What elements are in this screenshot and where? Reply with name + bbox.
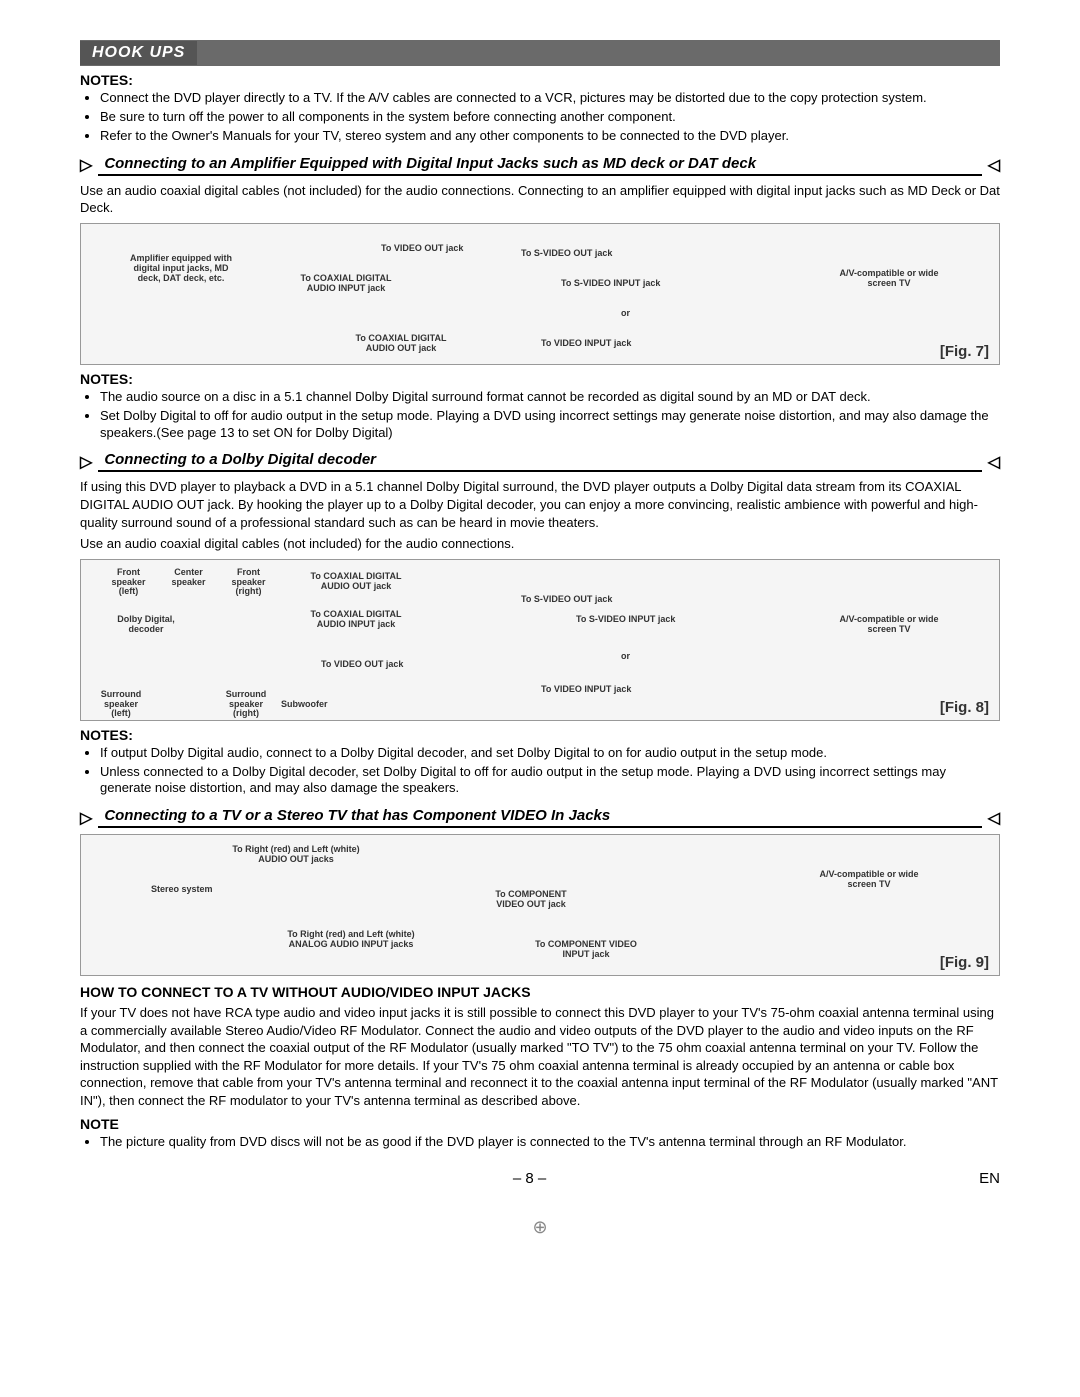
arrow-right-icon: ◁ [988,155,1000,175]
note-item: Connect the DVD player directly to a TV.… [100,90,1000,107]
diagram-label: To COMPONENT VIDEO INPUT jack [531,940,641,960]
section-1-title: Connecting to an Amplifier Equipped with… [98,155,981,176]
diagram-label: or [621,652,630,662]
diagram-label: A/V-compatible or wide screen TV [819,870,919,890]
diagram-label: To Right (red) and Left (white) ANALOG A… [276,930,426,950]
section-2-intro-1: If using this DVD player to playback a D… [80,478,1000,531]
note-item: Unless connected to a Dolby Digital deco… [100,764,1000,798]
section-3-title: Connecting to a TV or a Stereo TV that h… [98,807,981,828]
note-item: Refer to the Owner's Manuals for your TV… [100,128,1000,145]
diagram-label: To S-VIDEO INPUT jack [561,279,660,289]
diagram-label: Amplifier equipped with digital input ja… [121,254,241,284]
header-bar: HOOK UPS [80,40,1000,66]
diagram-label: To VIDEO INPUT jack [541,685,631,695]
diagram-label: Stereo system [151,885,213,895]
howto-heading: HOW TO CONNECT TO A TV WITHOUT AUDIO/VID… [80,984,1000,1000]
note-item: Be sure to turn off the power to all com… [100,109,1000,126]
crop-mark-icon: ⊕ [80,1217,1000,1238]
notes-heading-3: NOTES: [80,727,1000,743]
arrow-left-icon: ▷ [80,808,92,828]
diagram-label: A/V-compatible or wide screen TV [839,269,939,289]
note-item: If output Dolby Digital audio, connect t… [100,745,1000,762]
figure-label-7: [Fig. 7] [940,343,989,360]
diagram-label: or [621,309,630,319]
arrow-right-icon: ◁ [988,808,1000,828]
diagram-label: To COAXIAL DIGITAL AUDIO INPUT jack [301,610,411,630]
section-1-intro: Use an audio coaxial digital cables (not… [80,182,1000,217]
diagram-label: To COAXIAL DIGITAL AUDIO OUT jack [301,572,411,592]
diagram-label: Front speaker (left) [106,568,151,598]
diagram-fig-8: Front speaker (left) Center speaker Fron… [80,559,1000,721]
figure-label-9: [Fig. 9] [940,954,989,971]
diagram-label: To VIDEO OUT jack [381,244,463,254]
diagram-fig-9: Stereo system To Right (red) and Left (w… [80,834,1000,976]
arrow-left-icon: ▷ [80,452,92,472]
howto-body: If your TV does not have RCA type audio … [80,1004,1000,1109]
diagram-label: A/V-compatible or wide screen TV [839,615,939,635]
note-item: The picture quality from DVD discs will … [100,1134,1000,1151]
diagram-label: To S-VIDEO OUT jack [521,249,612,259]
diagram-label: Surround speaker (left) [96,690,146,720]
note-item: Set Dolby Digital to off for audio outpu… [100,408,1000,442]
section-2-title: Connecting to a Dolby Digital decoder [98,451,981,472]
diagram-label: To COMPONENT VIDEO OUT jack [481,890,581,910]
note-final-heading: NOTE [80,1116,1000,1132]
note-item: The audio source on a disc in a 5.1 chan… [100,389,1000,406]
diagram-label: To S-VIDEO INPUT jack [576,615,675,625]
page-number: – 8 – [80,1170,979,1187]
diagram-label: Surround speaker (right) [221,690,271,720]
section-3-header: ▷ Connecting to a TV or a Stereo TV that… [80,807,1000,828]
note-final-list: The picture quality from DVD discs will … [100,1134,1000,1151]
diagram-label: Dolby Digital, decoder [111,615,181,635]
notes-heading-2: NOTES: [80,371,1000,387]
diagram-label: Front speaker (right) [226,568,271,598]
section-2-intro-2: Use an audio coaxial digital cables (not… [80,535,1000,553]
diagram-label: To COAXIAL DIGITAL AUDIO OUT jack [341,334,461,354]
diagram-fig-7: Amplifier equipped with digital input ja… [80,223,1000,365]
arrow-left-icon: ▷ [80,155,92,175]
diagram-label: To COAXIAL DIGITAL AUDIO INPUT jack [291,274,401,294]
arrow-right-icon: ◁ [988,452,1000,472]
section-1-header: ▷ Connecting to an Amplifier Equipped wi… [80,155,1000,176]
figure-label-8: [Fig. 8] [940,699,989,716]
lang-code: EN [979,1170,1000,1187]
diagram-label: Center speaker [161,568,216,588]
diagram-label: To VIDEO OUT jack [321,660,403,670]
notes-list-3: If output Dolby Digital audio, connect t… [100,745,1000,798]
diagram-label: To VIDEO INPUT jack [541,339,631,349]
diagram-label: To Right (red) and Left (white) AUDIO OU… [226,845,366,865]
diagram-label: To S-VIDEO OUT jack [521,595,612,605]
page-title: HOOK UPS [80,41,197,65]
notes-list-2: The audio source on a disc in a 5.1 chan… [100,389,1000,442]
notes-list-1: Connect the DVD player directly to a TV.… [100,90,1000,145]
section-2-header: ▷ Connecting to a Dolby Digital decoder … [80,451,1000,472]
notes-heading-1: NOTES: [80,72,1000,88]
page-footer: – 8 – EN [80,1170,1000,1187]
diagram-label: Subwoofer [281,700,328,710]
